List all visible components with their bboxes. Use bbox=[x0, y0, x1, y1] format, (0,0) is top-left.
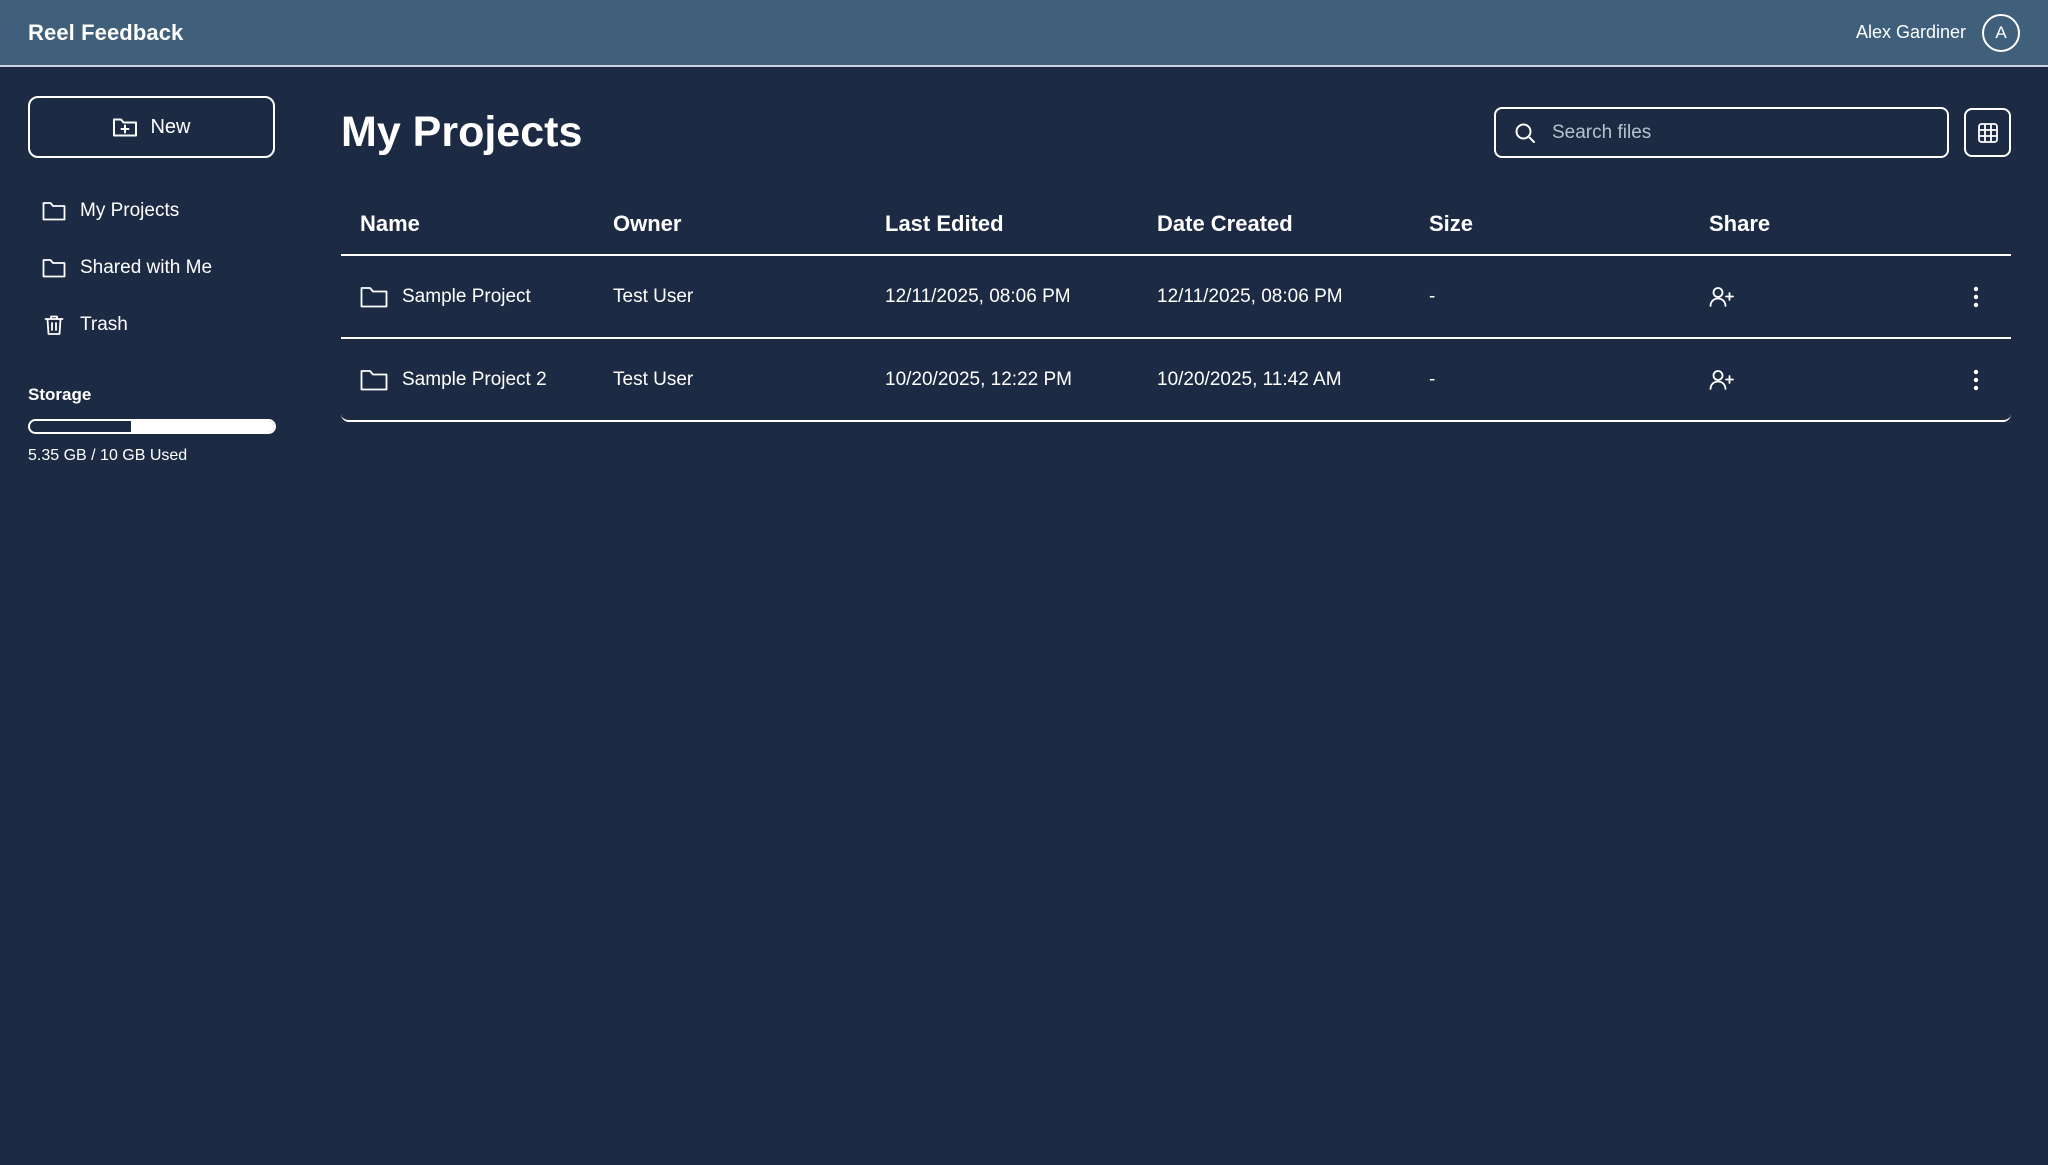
column-header-owner[interactable]: Owner bbox=[613, 211, 885, 237]
projects-table: Name Owner Last Edited Date Created Size… bbox=[341, 194, 2011, 422]
folder-icon bbox=[42, 257, 66, 279]
user-plus-icon[interactable] bbox=[1709, 368, 1901, 392]
more-vertical-icon[interactable] bbox=[1973, 369, 1979, 391]
sidebar-nav: My Projects Shared with Me Trash bbox=[28, 182, 276, 353]
row-menu-cell bbox=[1901, 369, 2011, 391]
column-header-share: Share bbox=[1709, 211, 1771, 236]
storage-panel: Storage 5.35 GB / 10 GB Used bbox=[28, 385, 276, 465]
row-date-created: 12/11/2025, 08:06 PM bbox=[1157, 285, 1343, 307]
table-grid-icon bbox=[1977, 122, 1999, 144]
top-header: Reel Feedback Alex Gardiner A bbox=[0, 0, 2048, 67]
row-share-cell bbox=[1701, 285, 1901, 309]
sidebar: New My Projects Shared with Me Trash Sto… bbox=[28, 96, 276, 465]
row-owner: Test User bbox=[613, 368, 694, 390]
table-header: Name Owner Last Edited Date Created Size… bbox=[341, 194, 2011, 256]
project-name: Sample Project 2 bbox=[402, 368, 547, 390]
column-header-last-edited[interactable]: Last Edited bbox=[885, 211, 1157, 237]
row-size: - bbox=[1429, 285, 1436, 307]
column-header-size[interactable]: Size bbox=[1429, 211, 1701, 237]
new-button-label: New bbox=[150, 115, 191, 138]
row-share-cell bbox=[1701, 368, 1901, 392]
row-size: - bbox=[1429, 368, 1436, 390]
sidebar-item-trash[interactable]: Trash bbox=[28, 296, 276, 353]
user-name: Alex Gardiner bbox=[1855, 22, 1966, 42]
project-name: Sample Project bbox=[402, 285, 531, 307]
storage-usage-text: 5.35 GB / 10 GB Used bbox=[28, 447, 188, 464]
avatar-initial: A bbox=[1995, 22, 2007, 42]
folder-icon bbox=[42, 200, 66, 222]
sidebar-item-label: Shared with Me bbox=[80, 256, 213, 278]
user-plus-icon[interactable] bbox=[1709, 285, 1901, 309]
storage-label: Storage bbox=[28, 385, 92, 404]
table-row[interactable]: Sample Project Test User 12/11/2025, 08:… bbox=[341, 256, 2011, 339]
sidebar-item-label: My Projects bbox=[80, 199, 180, 221]
trash-icon bbox=[42, 313, 66, 337]
storage-progress-fill bbox=[131, 421, 274, 432]
app-title[interactable]: Reel Feedback bbox=[28, 20, 183, 46]
row-last-edited: 10/20/2025, 12:22 PM bbox=[885, 368, 1072, 390]
sidebar-item-my-projects[interactable]: My Projects bbox=[28, 182, 276, 239]
page-title: My Projects bbox=[341, 108, 583, 156]
row-menu-cell bbox=[1901, 286, 2011, 308]
new-button[interactable]: New bbox=[28, 96, 275, 158]
folder-icon bbox=[360, 368, 388, 392]
more-vertical-icon[interactable] bbox=[1973, 286, 1979, 308]
row-date-created: 10/20/2025, 11:42 AM bbox=[1157, 368, 1342, 390]
avatar[interactable]: A bbox=[1982, 13, 2020, 52]
folder-plus-icon bbox=[112, 115, 138, 139]
search-box[interactable] bbox=[1494, 107, 1949, 158]
column-header-name[interactable]: Name bbox=[341, 211, 613, 237]
row-last-edited: 12/11/2025, 08:06 PM bbox=[885, 285, 1071, 307]
sidebar-item-shared-with-me[interactable]: Shared with Me bbox=[28, 239, 276, 296]
row-owner: Test User bbox=[613, 285, 694, 307]
row-name-cell[interactable]: Sample Project bbox=[341, 285, 613, 309]
search-icon bbox=[1514, 122, 1536, 144]
storage-progress-bar bbox=[28, 419, 276, 434]
table-row[interactable]: Sample Project 2 Test User 10/20/2025, 1… bbox=[341, 339, 2011, 422]
folder-icon bbox=[360, 285, 388, 309]
column-header-date-created[interactable]: Date Created bbox=[1157, 211, 1429, 237]
search-input[interactable] bbox=[1552, 121, 1932, 144]
sidebar-item-label: Trash bbox=[80, 313, 128, 335]
grid-view-toggle-button[interactable] bbox=[1964, 108, 2011, 157]
user-area[interactable]: Alex Gardiner A bbox=[1855, 13, 2020, 52]
row-name-cell[interactable]: Sample Project 2 bbox=[341, 368, 613, 392]
